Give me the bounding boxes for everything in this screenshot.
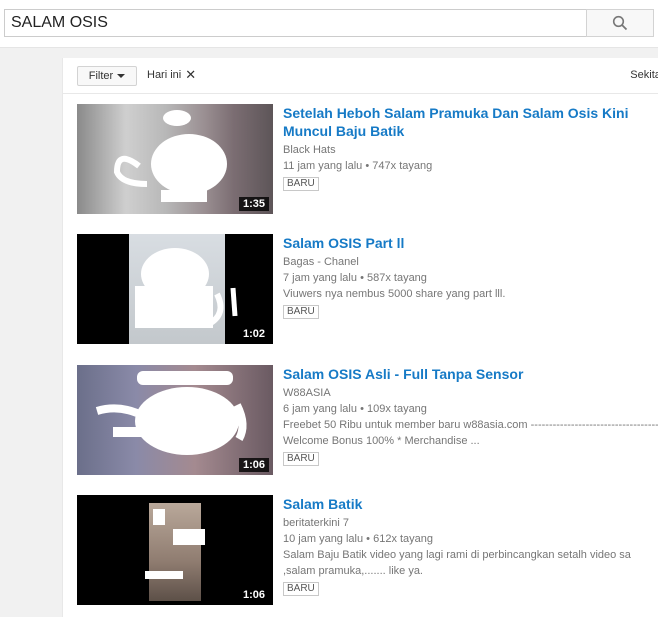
video-thumbnail[interactable]: 1:06 — [77, 365, 273, 475]
video-title-link[interactable]: Salam Batik — [283, 495, 658, 513]
video-title-link[interactable]: Setelah Heboh Salam Pramuka Dan Salam Os… — [283, 104, 658, 140]
result-item: 1:02 Salam OSIS Part ll Bagas - Chanel 7… — [77, 234, 658, 346]
search-input[interactable] — [4, 9, 586, 37]
channel-name[interactable]: Black Hats — [283, 143, 658, 157]
channel-name[interactable]: beritaterkini 7 — [283, 516, 658, 530]
view-count: 587x tayang — [366, 272, 427, 284]
close-icon[interactable]: ✕ — [185, 68, 196, 81]
filter-button[interactable]: Filter — [77, 66, 137, 86]
filter-bar: Filter Hari ini ✕ Sekitar 23 h — [63, 58, 658, 94]
view-count: 612x tayang — [373, 533, 434, 545]
upload-time: 10 jam yang lalu — [283, 533, 364, 545]
search-button[interactable] — [586, 9, 654, 37]
search-icon — [612, 15, 628, 31]
results-count: Sekitar 23 h — [630, 69, 658, 81]
video-description: Viuwers nya nembus 5000 share yang part … — [283, 288, 506, 300]
video-duration: 1:06 — [238, 458, 269, 472]
video-duration: 1:02 — [238, 327, 269, 341]
video-description-line2: Welcome Bonus 100% * Merchandise ... — [283, 435, 480, 447]
upload-time: 7 jam yang lalu — [283, 272, 357, 284]
video-title-link[interactable]: Salam OSIS Part ll — [283, 234, 658, 252]
result-info: Salam OSIS Asli - Full Tanpa Sensor W88A… — [283, 365, 658, 466]
meta-separator: • — [366, 533, 371, 545]
video-description-line2: ,salam pramuka,....... like ya. — [283, 565, 423, 577]
filter-chip-today: Hari ini ✕ — [147, 68, 196, 81]
channel-name[interactable]: Bagas - Chanel — [283, 255, 658, 269]
meta-separator: • — [365, 160, 370, 172]
caret-down-icon — [117, 74, 126, 78]
video-title-link[interactable]: Salam OSIS Asli - Full Tanpa Sensor — [283, 365, 658, 383]
channel-name[interactable]: W88ASIA — [283, 386, 658, 400]
video-description: Salam Baju Batik video yang lagi rami di… — [283, 549, 631, 561]
filter-chip-label: Hari ini — [147, 69, 182, 81]
result-item: 1:06 Salam Batik beritaterkini 7 10 jam … — [77, 495, 658, 607]
new-badge: BARU — [283, 582, 319, 596]
search-bar — [0, 0, 658, 48]
upload-time: 6 jam yang lalu — [283, 403, 357, 415]
video-duration: 1:35 — [238, 197, 269, 211]
video-duration: 1:06 — [238, 588, 269, 602]
upload-time: 11 jam yang lalu — [283, 160, 363, 172]
meta-separator: • — [360, 403, 364, 415]
result-info: Salam Batik beritaterkini 7 10 jam yang … — [283, 495, 658, 596]
video-meta: 6 jam yang lalu • 109x tayang — [283, 402, 658, 416]
video-meta: 10 jam yang lalu • 612x tayang — [283, 532, 658, 546]
results-panel: Filter Hari ini ✕ Sekitar 23 h 1:35 Sete… — [62, 58, 658, 617]
video-thumbnail[interactable]: 1:06 — [77, 495, 273, 605]
view-count: 747x tayang — [372, 160, 433, 172]
video-thumbnail[interactable]: 1:35 — [77, 104, 273, 214]
result-info: Setelah Heboh Salam Pramuka Dan Salam Os… — [283, 104, 658, 191]
result-info: Salam OSIS Part ll Bagas - Chanel 7 jam … — [283, 234, 658, 319]
filter-label: Filter — [88, 70, 114, 82]
video-thumbnail[interactable]: 1:02 — [77, 234, 273, 344]
view-count: 109x tayang — [366, 403, 427, 415]
meta-separator: • — [360, 272, 364, 284]
new-badge: BARU — [283, 452, 319, 466]
result-item: 1:35 Setelah Heboh Salam Pramuka Dan Sal… — [77, 104, 658, 216]
new-badge: BARU — [283, 177, 319, 191]
video-meta: 7 jam yang lalu • 587x tayang — [283, 271, 658, 285]
video-description: Freebet 50 Ribu untuk member baru w88asi… — [283, 419, 658, 431]
result-item: 1:06 Salam OSIS Asli - Full Tanpa Sensor… — [77, 365, 658, 477]
new-badge: BARU — [283, 305, 319, 319]
video-meta: 11 jam yang lalu • 747x tayang — [283, 159, 658, 173]
